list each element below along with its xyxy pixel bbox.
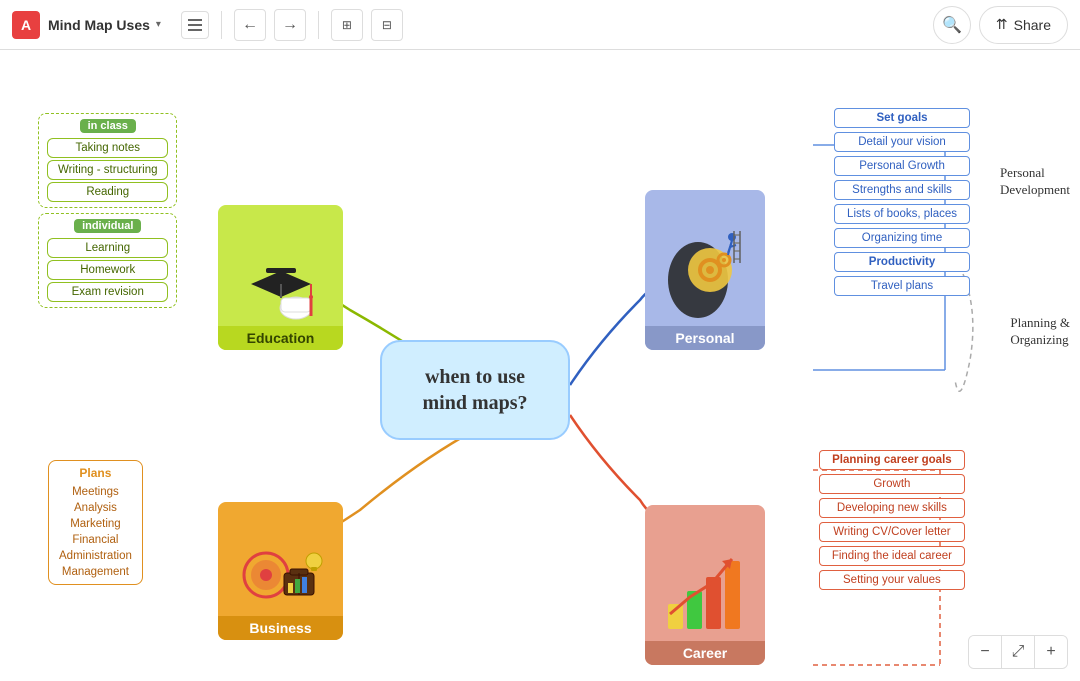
toolbar-right: 🔍 ⇈ Share [933, 6, 1068, 44]
mortarboard-icon [241, 246, 321, 321]
search-icon: 🔍 [942, 15, 962, 35]
share-button[interactable]: ⇈ Share [979, 6, 1068, 44]
education-image [218, 241, 343, 326]
zoom-controls: − ⤢ + [968, 635, 1068, 669]
business-label: Business [218, 616, 343, 640]
career-item-cv[interactable]: Writing CV/Cover letter [819, 522, 965, 542]
education-node[interactable]: Education [218, 205, 343, 350]
edu-item-writing[interactable]: Writing - structuring [47, 160, 168, 180]
biz-item-admin[interactable]: Administration [59, 549, 132, 563]
hamburger-button[interactable] [181, 11, 209, 39]
edu-item-taking-notes[interactable]: Taking notes [47, 138, 168, 158]
share-icon: ⇈ [996, 16, 1008, 33]
personal-item-set-goals[interactable]: Set goals [834, 108, 970, 128]
center-node[interactable]: when to use mind maps? [380, 340, 570, 440]
personal-item-vision[interactable]: Detail your vision [834, 132, 970, 152]
search-button[interactable]: 🔍 [933, 6, 971, 44]
hamburger-line [188, 19, 202, 21]
personal-item-growth[interactable]: Personal Growth [834, 156, 970, 176]
personal-item-travel[interactable]: Travel plans [834, 276, 970, 296]
share-label: Share [1014, 17, 1051, 33]
biz-item-meetings[interactable]: Meetings [59, 485, 132, 499]
career-sub-items: Planning career goals Growth Developing … [819, 450, 965, 590]
career-icon [660, 539, 750, 639]
personal-item-lists[interactable]: Lists of books, places [834, 204, 970, 224]
toolbar: A Mind Map Uses ▾ ← → ⊞ ⊟ 🔍 ⇈ Share [0, 0, 1080, 50]
business-node[interactable]: Business [218, 502, 343, 640]
hamburger-line [188, 29, 202, 31]
career-item-growth[interactable]: Growth [819, 474, 965, 494]
personal-item-strengths[interactable]: Strengths and skills [834, 180, 970, 200]
career-node[interactable]: Career [645, 505, 765, 665]
personal-image [645, 221, 765, 326]
education-label: Education [218, 326, 343, 350]
career-item-planning[interactable]: Planning career goals [819, 450, 965, 470]
title-group: Mind Map Uses ▾ [48, 17, 161, 33]
business-plans-label: Plans [59, 466, 132, 480]
logo-icon: A [21, 17, 31, 33]
biz-item-marketing[interactable]: Marketing [59, 517, 132, 531]
layout-button[interactable]: ⊟ [371, 9, 403, 41]
career-label: Career [645, 641, 765, 665]
business-sub-items: Plans Meetings Analysis Marketing Financ… [48, 460, 143, 585]
personal-item-organizing[interactable]: Organizing time [834, 228, 970, 248]
insert-button[interactable]: ⊞ [331, 9, 363, 41]
edu-item-homework[interactable]: Homework [47, 260, 168, 280]
education-sub-items: in class Taking notes Writing - structur… [38, 113, 177, 308]
personal-icon [660, 225, 750, 323]
personal-node[interactable]: Personal [645, 190, 765, 350]
edu-item-reading[interactable]: Reading [47, 182, 168, 202]
center-text: when to use mind maps? [422, 364, 527, 416]
zoom-out-button[interactable]: − [969, 636, 1001, 668]
toolbar-separator [221, 11, 222, 39]
redo-button[interactable]: → [274, 9, 306, 41]
planning-organizing-label: Planning & Organizing [1010, 315, 1070, 349]
logo-button[interactable]: A [12, 11, 40, 39]
biz-item-management[interactable]: Management [59, 565, 132, 579]
personal-development-label: Personal Development [1000, 165, 1070, 199]
career-item-ideal[interactable]: Finding the ideal career [819, 546, 965, 566]
zoom-in-button[interactable]: + [1035, 636, 1067, 668]
business-image [218, 531, 343, 616]
dropdown-icon[interactable]: ▾ [156, 19, 161, 30]
career-item-values[interactable]: Setting your values [819, 570, 965, 590]
personal-item-productivity[interactable]: Productivity [834, 252, 970, 272]
edu-item-exam[interactable]: Exam revision [47, 282, 168, 302]
undo-button[interactable]: ← [234, 9, 266, 41]
career-item-skills[interactable]: Developing new skills [819, 498, 965, 518]
personal-label: Personal [645, 326, 765, 350]
hamburger-line [188, 24, 202, 26]
career-image [645, 536, 765, 641]
app-title: Mind Map Uses [48, 17, 150, 33]
business-icon [236, 535, 326, 613]
toolbar-separator [318, 11, 319, 39]
individual-badge: individual [74, 219, 141, 233]
mind-map-canvas: when to use mind maps? Educat [0, 50, 1080, 681]
zoom-fit-button[interactable]: ⤢ [1002, 636, 1034, 668]
in-class-badge: in class [80, 119, 136, 133]
edu-item-learning[interactable]: Learning [47, 238, 168, 258]
biz-item-analysis[interactable]: Analysis [59, 501, 132, 515]
personal-sub-items: Set goals Detail your vision Personal Gr… [834, 108, 970, 296]
biz-item-financial[interactable]: Financial [59, 533, 132, 547]
